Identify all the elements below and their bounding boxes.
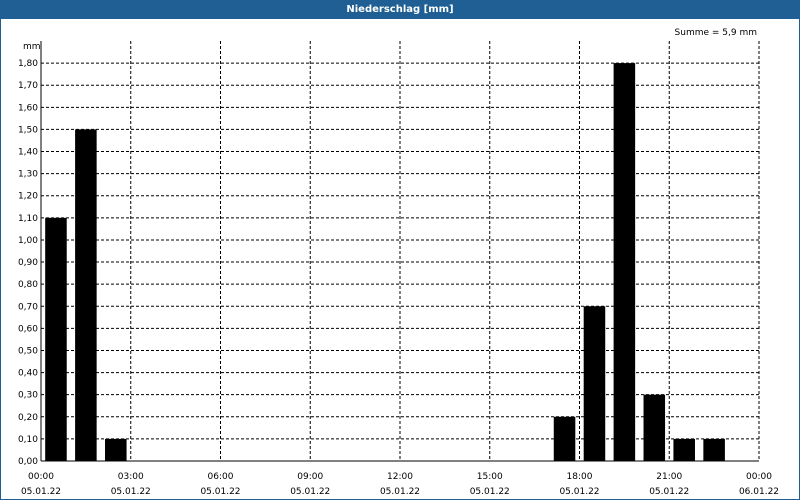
x-tick-time: 18:00 (567, 472, 593, 482)
y-tick-label: 0,50 (18, 346, 38, 356)
y-tick-label: 1,30 (18, 170, 38, 180)
x-tick-time: 09:00 (297, 472, 323, 482)
x-tick-date: 05.01.22 (111, 487, 151, 497)
y-axis-label: mm (23, 42, 41, 52)
bar (583, 306, 606, 461)
bar (643, 394, 666, 461)
x-tick-date: 05.01.22 (21, 487, 61, 497)
x-tick-date: 05.01.22 (200, 487, 240, 497)
x-tick-time: 12:00 (387, 472, 413, 482)
precipitation-chart: 0,00 0,10 0,20 0,30 0,40 0,50 0,60 0,70 0,80 0,90… (18, 28, 779, 497)
y-tick-labels: 0,00 0,10 0,20 0,30 0,40 0,50 0,60 0,70 0,80 0,90… (18, 59, 38, 467)
bar (703, 438, 725, 461)
y-tick-label: 0,20 (18, 413, 38, 423)
x-tick-date: 05.01.22 (290, 487, 330, 497)
x-tick-time: 03:00 (118, 472, 144, 482)
sum-label: Summe = 5,9 mm (675, 28, 757, 38)
bar (45, 217, 67, 461)
x-tick-time: 06:00 (208, 472, 234, 482)
y-tick-label: 1,20 (18, 192, 38, 202)
x-tick-labels: 00:00 05.01.22 03:00 05.01.22 06:00 05.01.22 0… (21, 472, 779, 497)
y-tick-label: 0,10 (18, 435, 38, 445)
bar (105, 438, 127, 461)
y-tick-label: 1,10 (18, 214, 38, 224)
bar (613, 63, 636, 462)
bar (75, 129, 97, 461)
x-tick-time: 00:00 (28, 472, 54, 482)
bar (673, 438, 695, 461)
y-tick-label: 0,30 (18, 391, 38, 401)
y-tick-label: 1,40 (18, 148, 38, 158)
x-tick-date: 05.01.22 (380, 487, 420, 497)
y-tick-label: 1,50 (18, 125, 38, 135)
x-tick-time: 21:00 (656, 472, 682, 482)
y-tick-label: 0,00 (18, 457, 38, 467)
y-tick-label: 1,00 (18, 236, 38, 246)
x-tick-date: 05.01.22 (559, 487, 599, 497)
y-tick-label: 1,80 (18, 59, 38, 69)
y-tick-label: 1,60 (18, 103, 38, 113)
y-tick-label: 1,70 (18, 81, 38, 91)
y-tick-label: 0,80 (18, 280, 38, 290)
x-tick-date: 05.01.22 (470, 487, 510, 497)
x-tick-time: 00:00 (746, 472, 772, 482)
y-tick-label: 0,60 (18, 324, 38, 334)
y-tick-label: 0,70 (18, 302, 38, 312)
y-tick-label: 0,90 (18, 258, 38, 268)
x-tick-date: 05.01.22 (649, 487, 689, 497)
x-tick-time: 15:00 (477, 472, 503, 482)
x-tick-date: 06.01.22 (739, 487, 779, 497)
bar (553, 416, 576, 461)
chart-window: Niederschlag [mm] 0,00 0,10 0,20 0,30 0,40 0,… (0, 0, 800, 500)
y-tick-label: 0,40 (18, 369, 38, 379)
